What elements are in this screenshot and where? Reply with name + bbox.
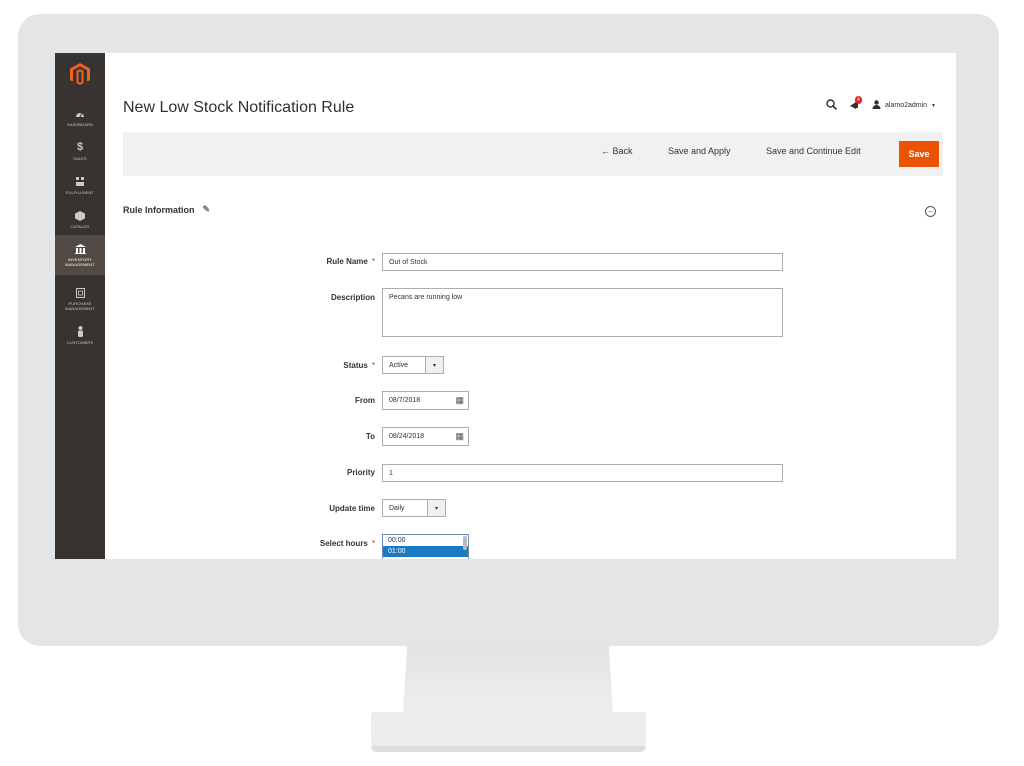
sidebar-item-dashboard[interactable]: DASHBOARD xyxy=(55,99,105,135)
collapse-section-icon[interactable]: − xyxy=(925,206,936,217)
clipboard-icon xyxy=(75,287,85,299)
status-selected-value: Active xyxy=(389,361,409,369)
monitor-stand-neck xyxy=(403,646,613,712)
priority-input[interactable]: 1 xyxy=(382,464,783,482)
cube-icon xyxy=(75,210,85,222)
warehouse-icon xyxy=(74,243,86,255)
pencil-icon: ✎ xyxy=(202,204,211,214)
sidebar-item-label: DASHBOARD xyxy=(66,121,94,127)
main-content: New Low Stock Notification Rule 4 alamo2… xyxy=(105,53,956,559)
sidebar-item-label: FULFILLMENT xyxy=(66,189,94,195)
to-date-value: 08/24/2018 xyxy=(389,433,425,440)
sidebar-item-label: INVENTORY MANAGEMENT xyxy=(65,257,95,267)
page-actions-bar: ← Back Save and Apply Save and Continue … xyxy=(123,132,943,176)
sidebar-item-label: CUSTOMERS xyxy=(66,339,94,345)
rule-name-input[interactable]: Out of Stock xyxy=(382,253,783,271)
status-label: Status * xyxy=(343,361,375,370)
user-name: alamo2admin xyxy=(885,102,928,109)
from-date-input[interactable]: 08/7/2018 ▦ xyxy=(382,391,469,410)
monitor-screen: DASHBOARD $ SALES FULFILLMENT CATALOG IN… xyxy=(55,53,956,559)
chevron-down-icon: ▾ xyxy=(425,357,443,373)
sidebar-item-label: SALES xyxy=(73,155,87,161)
save-and-apply-button[interactable]: Save and Apply xyxy=(668,146,731,156)
calendar-icon[interactable]: ▦ xyxy=(455,431,464,442)
page-title: New Low Stock Notification Rule xyxy=(123,99,355,116)
hour-option[interactable]: 01:00 xyxy=(383,546,468,557)
dashboard-icon xyxy=(75,108,85,120)
search-icon[interactable] xyxy=(826,99,838,112)
admin-sidebar: DASHBOARD $ SALES FULFILLMENT CATALOG IN… xyxy=(55,53,105,559)
monitor-stand-base xyxy=(371,712,646,752)
sidebar-item-inventory-management[interactable]: INVENTORY MANAGEMENT xyxy=(55,235,105,275)
dollar-icon: $ xyxy=(76,141,84,153)
to-label: To xyxy=(365,432,375,441)
update-time-select[interactable]: Daily ▾ xyxy=(382,499,446,517)
sidebar-item-purchase-management[interactable]: PURCHASE MANAGEMENT xyxy=(55,279,105,319)
person-icon xyxy=(77,326,84,338)
sidebar-item-label: PURCHASE MANAGEMENT xyxy=(65,301,95,311)
description-textarea[interactable]: Pecans are running low xyxy=(382,288,783,337)
magento-logo-icon[interactable] xyxy=(68,62,92,86)
update-time-selected-value: Daily xyxy=(389,504,405,512)
caret-down-icon: ▼ xyxy=(931,102,936,109)
from-label: From xyxy=(355,396,375,405)
priority-label: Priority xyxy=(346,468,375,477)
to-date-input[interactable]: 08/24/2018 ▦ xyxy=(382,427,469,446)
notifications-count-badge: 4 xyxy=(855,95,862,104)
back-button[interactable]: ← Back xyxy=(601,146,633,156)
rule-name-label: Rule Name * xyxy=(326,257,375,266)
chevron-down-icon: ▾ xyxy=(427,500,445,516)
user-icon xyxy=(872,100,881,111)
arrow-left-icon: ← xyxy=(601,146,610,156)
status-select[interactable]: Active ▾ xyxy=(382,356,444,374)
boxes-icon xyxy=(75,176,85,188)
description-label: Description xyxy=(330,293,375,302)
update-time-label: Update time xyxy=(329,504,375,513)
section-title: Rule Information xyxy=(123,204,195,215)
calendar-icon[interactable]: ▦ xyxy=(455,395,464,406)
from-date-value: 08/7/2018 xyxy=(389,397,421,404)
sidebar-item-sales[interactable]: $ SALES xyxy=(55,133,105,169)
select-hours-listbox[interactable]: 00:00 01:00 xyxy=(382,534,469,559)
save-button[interactable]: Save xyxy=(899,141,939,167)
select-hours-label: Select hours * xyxy=(319,539,375,548)
sidebar-item-label: CATALOG xyxy=(70,223,90,229)
listbox-scrollbar[interactable] xyxy=(463,536,467,550)
user-menu[interactable]: alamo2admin ▼ xyxy=(872,100,936,111)
section-rule-information[interactable]: Rule Information ✎ xyxy=(123,204,210,215)
back-button-label: Back xyxy=(612,146,633,156)
sidebar-item-catalog[interactable]: CATALOG xyxy=(55,201,105,237)
sidebar-item-customers[interactable]: CUSTOMERS xyxy=(55,317,105,353)
save-and-continue-edit-button[interactable]: Save and Continue Edit xyxy=(766,146,861,156)
sidebar-item-fulfillment[interactable]: FULFILLMENT xyxy=(55,167,105,203)
header-actions: 4 alamo2admin ▼ xyxy=(826,95,936,112)
hour-option[interactable]: 00:00 xyxy=(383,535,468,546)
notifications-icon[interactable]: 4 xyxy=(849,95,862,112)
